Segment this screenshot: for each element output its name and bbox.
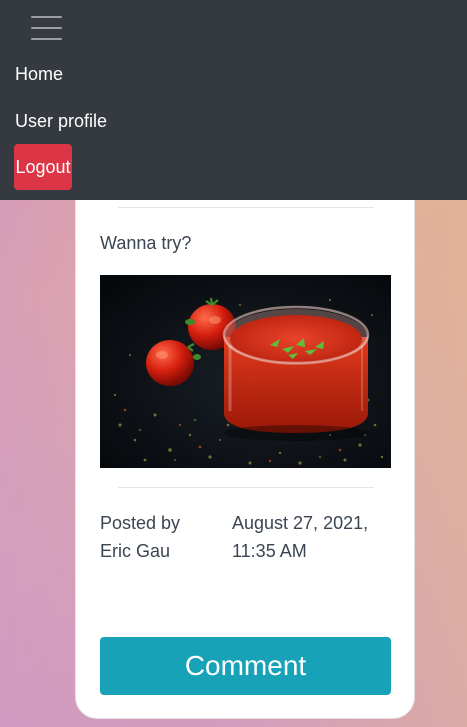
- tomato-sauce-illustration: [100, 275, 391, 468]
- hamburger-bar: [31, 27, 62, 29]
- card-divider: [118, 487, 374, 488]
- post-date-info: August 27, 2021, 11:35 AM: [232, 509, 402, 565]
- post-card: Wanna try? Posted by Eric Gau August 27,…: [75, 150, 415, 719]
- posted-by-label: Posted by: [100, 513, 181, 533]
- post-author-info: Posted by Eric Gau: [100, 509, 180, 565]
- post-image: [100, 275, 391, 468]
- nav-link-home[interactable]: Home: [15, 64, 63, 85]
- nav-link-user-profile[interactable]: User profile: [15, 111, 107, 132]
- hamburger-bar: [31, 16, 62, 18]
- author-name: Eric Gau: [100, 541, 171, 561]
- logout-button[interactable]: Logout: [14, 144, 72, 190]
- card-divider: [118, 207, 374, 208]
- navbar: Home User profile Logout: [0, 0, 467, 200]
- comment-button[interactable]: Comment: [100, 637, 391, 695]
- hamburger-bar: [31, 38, 62, 40]
- post-date: August 27, 2021,: [232, 513, 369, 533]
- hamburger-menu-icon[interactable]: [30, 14, 63, 42]
- post-time: 11:35 AM: [232, 541, 307, 561]
- post-text: Wanna try?: [100, 233, 192, 253]
